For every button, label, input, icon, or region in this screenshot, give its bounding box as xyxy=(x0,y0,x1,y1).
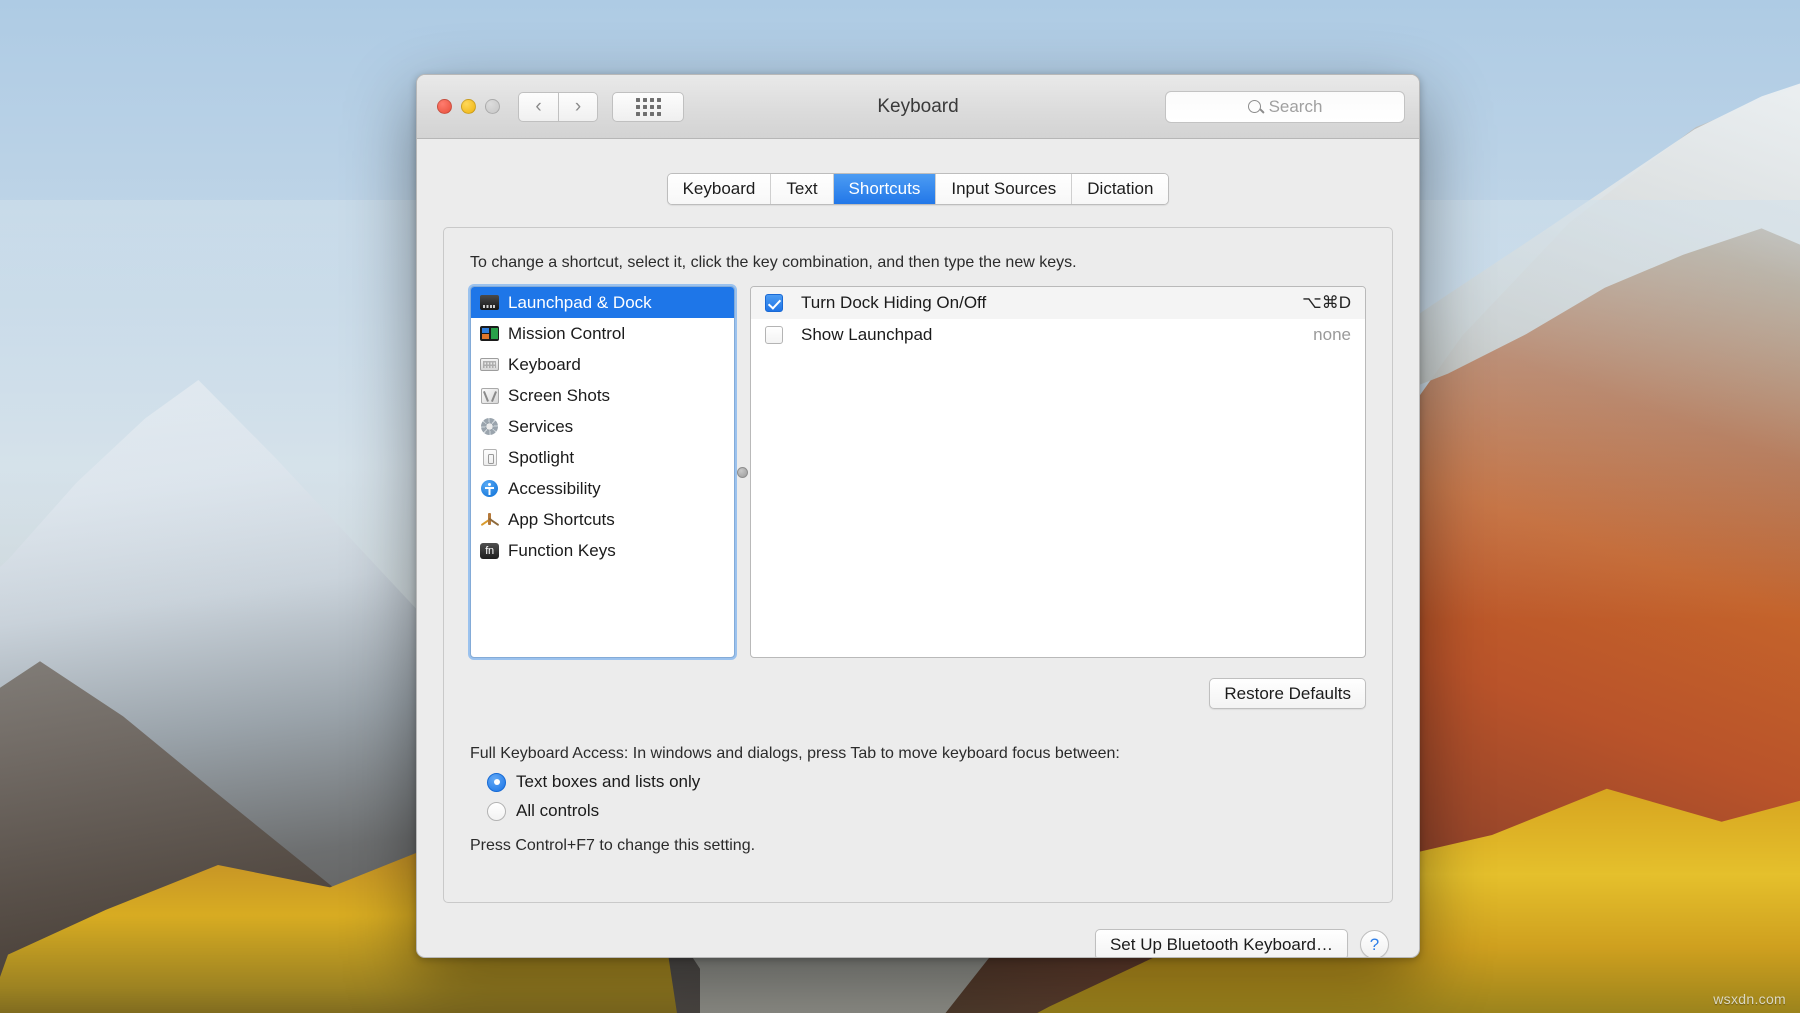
split-handle-icon[interactable] xyxy=(737,467,748,478)
sidebar-item-label: Accessibility xyxy=(508,479,601,499)
window-content: Keyboard Text Shortcuts Input Sources Di… xyxy=(417,139,1419,958)
grid-icon xyxy=(636,98,661,116)
shortcuts-pane: To change a shortcut, select it, click t… xyxy=(443,227,1393,903)
shortcut-key-combination[interactable]: ⌥⌘D xyxy=(1302,293,1351,313)
shortcut-checkbox[interactable] xyxy=(765,294,783,312)
search-input[interactable]: Search xyxy=(1165,91,1405,123)
search-placeholder: Search xyxy=(1269,97,1323,117)
full-keyboard-access-label: Full Keyboard Access: In windows and dia… xyxy=(470,745,1366,763)
radio-label: Text boxes and lists only xyxy=(516,772,700,792)
keyboard-preferences-window: ‹ › Keyboard Search Keyboard Text Shortc… xyxy=(416,74,1420,958)
radio-text-boxes-and-lists-only[interactable]: Text boxes and lists only xyxy=(487,772,1366,792)
radio-label: All controls xyxy=(516,801,599,821)
shortcut-name: Turn Dock Hiding On/Off xyxy=(801,293,1302,313)
shortcut-name: Show Launchpad xyxy=(801,325,1313,345)
screenshots-icon xyxy=(480,387,499,404)
sidebar-item-services[interactable]: Services xyxy=(471,411,734,442)
split-view-divider[interactable] xyxy=(735,286,750,658)
restore-defaults-row: Restore Defaults xyxy=(470,678,1366,709)
radio-all-controls[interactable]: All controls xyxy=(487,801,1366,821)
sidebar-item-screen-shots[interactable]: Screen Shots xyxy=(471,380,734,411)
spotlight-icon xyxy=(480,449,499,466)
sidebar-item-label: Keyboard xyxy=(508,355,581,375)
sidebar-item-mission-control[interactable]: Mission Control xyxy=(471,318,734,349)
window-footer: Set Up Bluetooth Keyboard… ? xyxy=(417,929,1419,958)
sidebar-item-label: App Shortcuts xyxy=(508,510,615,530)
sidebar-item-label: Services xyxy=(508,417,573,437)
sidebar-item-app-shortcuts[interactable]: App Shortcuts xyxy=(471,504,734,535)
mission-control-icon xyxy=(480,325,499,342)
sidebar-item-label: Function Keys xyxy=(508,541,616,561)
app-store-icon xyxy=(480,511,499,528)
full-keyboard-access-note: Press Control+F7 to change this setting. xyxy=(470,837,1366,855)
shortcut-category-list[interactable]: Launchpad & Dock Mission Control Keyboar… xyxy=(470,286,735,658)
shortcut-checkbox[interactable] xyxy=(765,326,783,344)
watermark: wsxdn.com xyxy=(1713,991,1786,1007)
set-up-bluetooth-keyboard-button[interactable]: Set Up Bluetooth Keyboard… xyxy=(1095,929,1348,958)
accessibility-icon xyxy=(480,480,499,497)
sidebar-item-accessibility[interactable]: Accessibility xyxy=(471,473,734,504)
close-button[interactable] xyxy=(437,99,452,114)
back-button[interactable]: ‹ xyxy=(518,92,558,122)
restore-defaults-button[interactable]: Restore Defaults xyxy=(1209,678,1366,709)
tab-keyboard[interactable]: Keyboard xyxy=(668,174,772,204)
table-row[interactable]: Turn Dock Hiding On/Off ⌥⌘D xyxy=(751,287,1365,319)
keyboard-icon xyxy=(480,356,499,373)
tab-dictation[interactable]: Dictation xyxy=(1072,174,1168,204)
window-titlebar: ‹ › Keyboard Search xyxy=(417,75,1419,139)
shortcut-key-combination[interactable]: none xyxy=(1313,325,1351,345)
table-row[interactable]: Show Launchpad none xyxy=(751,319,1365,351)
fn-key-icon: fn xyxy=(480,542,499,559)
split-view: Launchpad & Dock Mission Control Keyboar… xyxy=(470,286,1366,658)
traffic-lights xyxy=(437,99,500,114)
sidebar-item-function-keys[interactable]: fn Function Keys xyxy=(471,535,734,566)
radio-button-icon[interactable] xyxy=(487,802,506,821)
sidebar-item-launchpad-dock[interactable]: Launchpad & Dock xyxy=(471,287,734,318)
full-keyboard-access-section: Full Keyboard Access: In windows and dia… xyxy=(470,745,1366,855)
tab-bar: Keyboard Text Shortcuts Input Sources Di… xyxy=(417,139,1419,205)
radio-button-icon[interactable] xyxy=(487,773,506,792)
tab-text[interactable]: Text xyxy=(771,174,833,204)
sidebar-item-keyboard[interactable]: Keyboard xyxy=(471,349,734,380)
instruction-text: To change a shortcut, select it, click t… xyxy=(470,254,1366,272)
tab-shortcuts[interactable]: Shortcuts xyxy=(834,174,937,204)
zoom-button xyxy=(485,99,500,114)
forward-button[interactable]: › xyxy=(558,92,598,122)
sidebar-item-label: Mission Control xyxy=(508,324,625,344)
search-icon xyxy=(1248,100,1261,113)
tab-input-sources[interactable]: Input Sources xyxy=(936,174,1072,204)
sidebar-item-label: Spotlight xyxy=(508,448,574,468)
navigation-buttons: ‹ › xyxy=(518,92,598,122)
gear-icon xyxy=(480,418,499,435)
minimize-button[interactable] xyxy=(461,99,476,114)
sidebar-item-label: Launchpad & Dock xyxy=(508,293,652,313)
sidebar-item-label: Screen Shots xyxy=(508,386,610,406)
shortcut-list[interactable]: Turn Dock Hiding On/Off ⌥⌘D Show Launchp… xyxy=(750,286,1366,658)
help-button[interactable]: ? xyxy=(1360,930,1389,958)
sidebar-item-spotlight[interactable]: Spotlight xyxy=(471,442,734,473)
show-all-button[interactable] xyxy=(612,92,684,122)
dock-icon xyxy=(480,294,499,311)
